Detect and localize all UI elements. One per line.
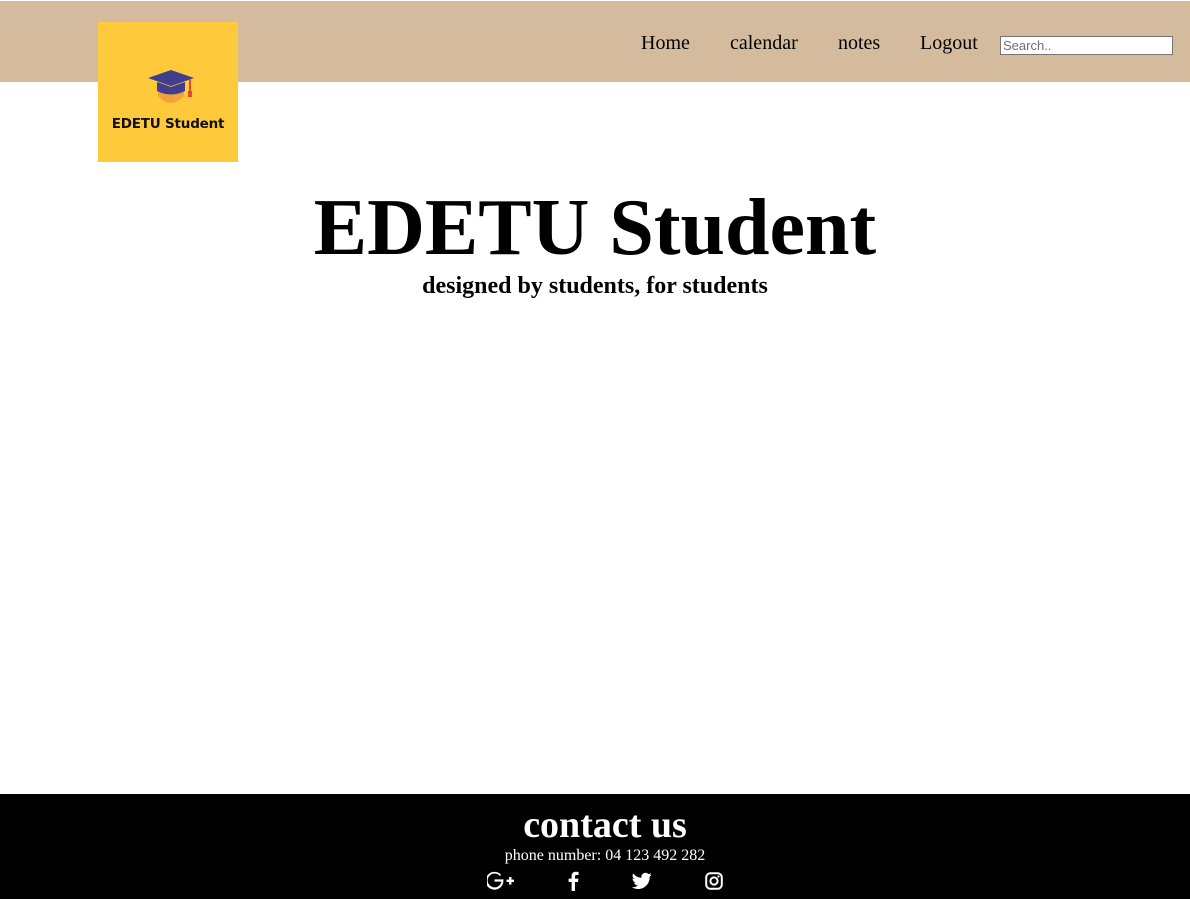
footer: contact us phone number: 04 123 492 282 bbox=[0, 794, 1190, 899]
footer-title: contact us bbox=[523, 804, 687, 846]
phone-number: phone number: 04 123 492 282 bbox=[504, 847, 706, 864]
google-plus-icon bbox=[487, 871, 514, 890]
instagram-link[interactable] bbox=[700, 870, 728, 892]
graduation-cap-icon bbox=[148, 70, 194, 103]
facebook-link[interactable] bbox=[559, 870, 587, 892]
facebook-icon bbox=[568, 871, 579, 891]
nav-logout-link[interactable]: Logout bbox=[920, 32, 978, 55]
page-title: EDETU Student bbox=[313, 184, 877, 272]
logo[interactable]: EDETU Student bbox=[98, 22, 238, 162]
search-input[interactable] bbox=[1000, 36, 1173, 55]
nav-home-link[interactable]: Home bbox=[641, 32, 690, 55]
instagram-icon bbox=[705, 872, 723, 890]
nav-notes-link[interactable]: notes bbox=[838, 32, 880, 55]
google-plus-link[interactable] bbox=[487, 870, 515, 892]
logo-text: EDETU Student bbox=[111, 116, 225, 132]
page-subtitle: designed by students, for students bbox=[422, 273, 768, 299]
nav-calendar-link[interactable]: calendar bbox=[730, 32, 798, 55]
twitter-icon bbox=[632, 872, 652, 889]
twitter-link[interactable] bbox=[628, 870, 656, 892]
